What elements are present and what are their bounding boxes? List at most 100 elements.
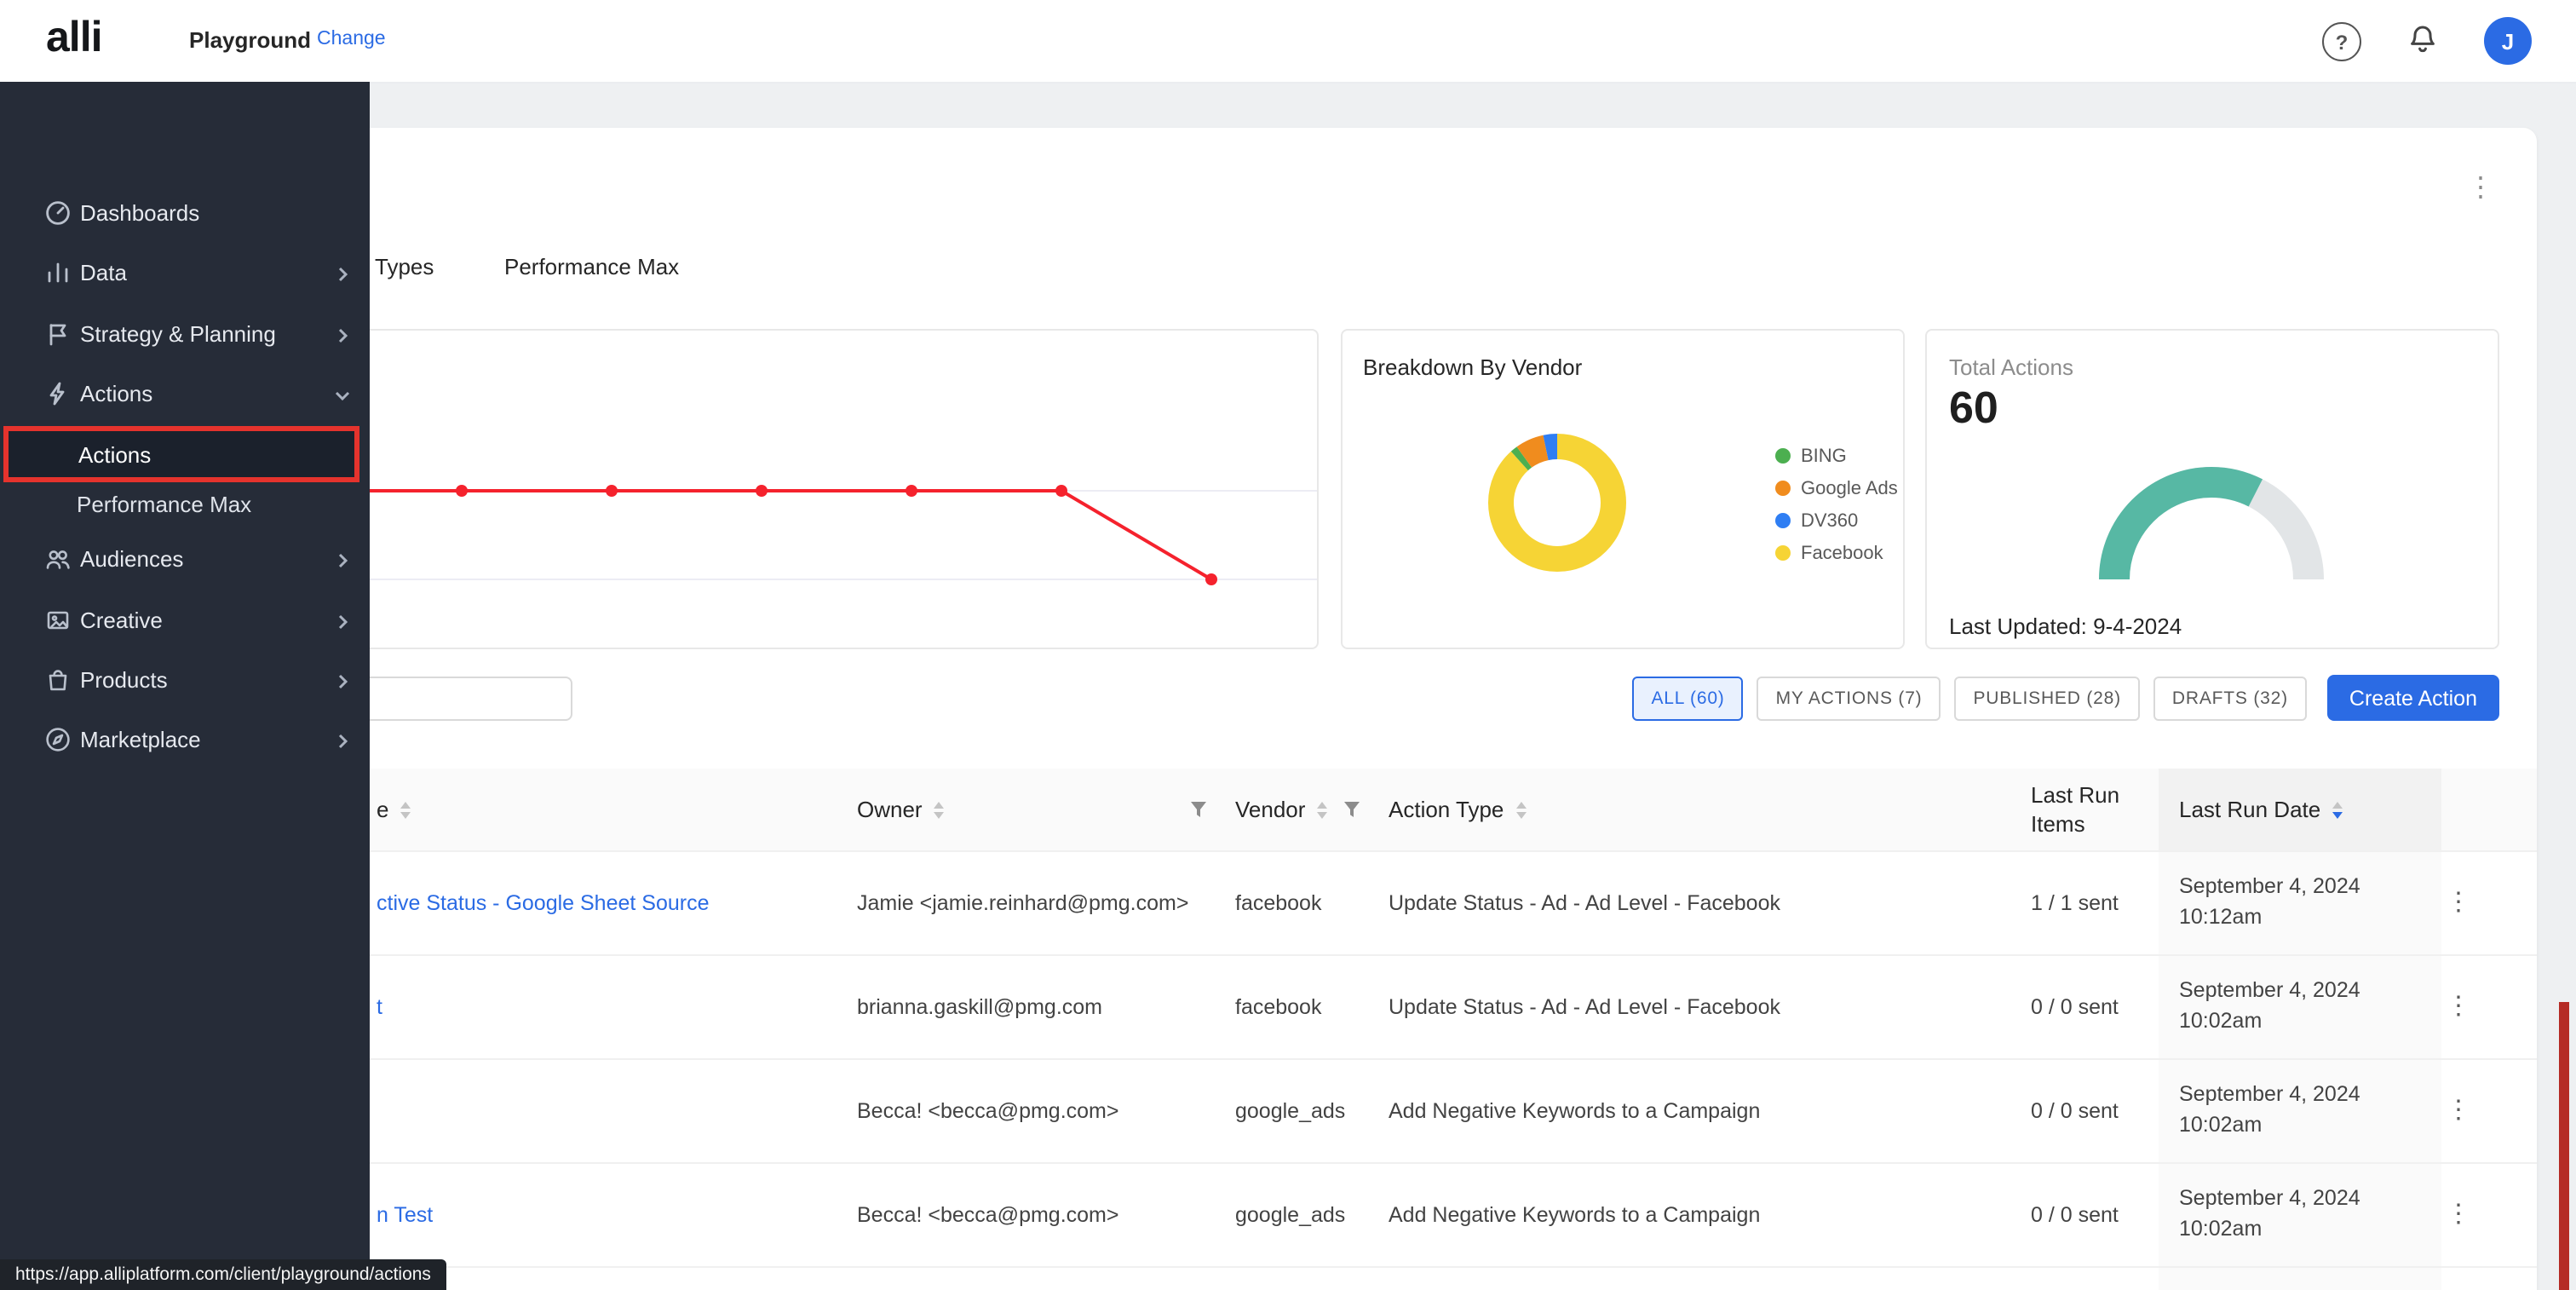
last-run-date-cell: September 4, 2024 10:02am: [2179, 1183, 2360, 1244]
table-row: Becca! <becca@pmg.com> google_ads Add Ne…: [140, 1060, 2537, 1164]
filter-published-button[interactable]: PUBLISHED (28): [1954, 676, 2139, 720]
filter-funnel-icon[interactable]: [1343, 800, 1361, 819]
chevron-right-icon: [332, 324, 353, 354]
sidebar-item-label: Marketplace: [80, 727, 201, 752]
action-name-link[interactable]: ctive Status - Google Sheet Source: [377, 891, 710, 915]
alli-logo[interactable]: alli: [46, 14, 102, 63]
data-icon: [44, 259, 72, 295]
table-row: t brianna.gaskill@pmg.com facebook Updat…: [140, 956, 2537, 1060]
strategy-flag-icon: [44, 320, 72, 356]
column-header-action-type[interactable]: Action Type: [1389, 797, 1526, 822]
notifications-bell-icon[interactable]: [2406, 22, 2440, 65]
action-type-cell: Add Negative Keywords to a Campaign: [1389, 1203, 1760, 1227]
last-run-date-cell: September 4, 2024 10:02am: [2179, 975, 2360, 1036]
help-icon[interactable]: ?: [2322, 22, 2361, 61]
sidebar-item-label: Actions: [80, 381, 152, 406]
row-menu-kebab-icon[interactable]: ⋮: [2443, 886, 2474, 920]
total-actions-card: Total Actions 60 Last Updated: 9-4-2024: [1925, 329, 2499, 649]
last-run-date-cell: September 4, 2024 10:12am: [2179, 871, 2360, 932]
sidebar-item-data[interactable]: Data: [0, 244, 370, 302]
last-run-items-cell: 0 / 0 sent: [2031, 995, 2119, 1019]
sidebar-subitem-label: Actions: [78, 441, 151, 467]
sort-icon[interactable]: [934, 801, 945, 818]
row-menu-kebab-icon[interactable]: ⋮: [2443, 1094, 2474, 1128]
tab-performance-max[interactable]: Performance Max: [504, 254, 679, 279]
row-menu-kebab-icon[interactable]: ⋮: [2443, 990, 2474, 1024]
sidebar-item-label: Dashboards: [80, 200, 199, 226]
table-row: ctive Status - Google Sheet Source Jamie…: [140, 852, 2537, 956]
legend-dot: [1775, 481, 1791, 496]
chevron-down-icon: [332, 383, 353, 414]
sort-icon[interactable]: [400, 801, 411, 818]
column-header-vendor[interactable]: Vendor: [1235, 797, 1327, 822]
sidebar-item-products[interactable]: Products: [0, 651, 370, 709]
scrollbar-thumb[interactable]: [2559, 1002, 2569, 1290]
sidebar-item-label: Strategy & Planning: [80, 321, 276, 347]
legend-label: BING: [1801, 446, 1847, 466]
page-menu-kebab-icon[interactable]: ⋮: [2464, 172, 2498, 206]
sidebar-subitem-label: Performance Max: [77, 492, 251, 517]
sidebar-item-creative[interactable]: Creative: [0, 591, 370, 649]
last-run-items-cell: 0 / 0 sent: [2031, 1203, 2119, 1227]
owner-cell: Jamie <jamie.reinhard@pmg.com>: [857, 891, 1188, 915]
vendor-cell: facebook: [1235, 995, 1321, 1019]
chevron-right-icon: [332, 610, 353, 641]
sort-icon-active[interactable]: [2332, 801, 2343, 818]
create-action-button[interactable]: Create Action: [2327, 675, 2499, 721]
vendor-cell: facebook: [1235, 891, 1321, 915]
last-run-date-cell: September 4, 2024 10:02am: [2179, 1079, 2360, 1140]
filter-drafts-button[interactable]: DRAFTS (32): [2153, 676, 2307, 720]
last-run-items-cell: 0 / 0 sent: [2031, 1099, 2119, 1123]
change-workspace-link[interactable]: Change: [317, 29, 386, 49]
chevron-right-icon: [332, 670, 353, 700]
column-header-owner[interactable]: Owner: [857, 797, 945, 822]
vendor-cell: google_ads: [1235, 1099, 1345, 1123]
legend-item: DV360: [1775, 504, 1898, 537]
sidebar-item-marketplace[interactable]: Marketplace: [0, 711, 370, 769]
column-header-name[interactable]: e: [377, 797, 411, 822]
filter-my-actions-button[interactable]: MY ACTIONS (7): [1757, 676, 1941, 720]
legend-dot: [1775, 513, 1791, 528]
filter-funnel-icon[interactable]: [1189, 800, 1208, 819]
chevron-right-icon: [332, 549, 353, 579]
legend-dot: [1775, 545, 1791, 561]
actions-table: e Owner Vendor Action Type: [140, 769, 2537, 1290]
last-run-date-cell: September 4, 2024: [2179, 1287, 2360, 1290]
chevron-right-icon: [332, 729, 353, 760]
sidebar-item-dashboards[interactable]: Dashboards: [0, 184, 370, 242]
sidebar-item-label: Data: [80, 260, 127, 285]
sidebar-item-label: Creative: [80, 608, 163, 633]
nav-sidebar: Dashboards Data Strategy & Planning: [0, 82, 370, 1290]
owner-cell: brianna.gaskill@pmg.com: [857, 995, 1102, 1019]
browser-status-url: https://app.alliplatform.com/client/play…: [0, 1259, 446, 1290]
sidebar-item-label: Products: [80, 667, 168, 693]
action-type-cell: Update Status - Ad - Ad Level - Facebook: [1389, 891, 1780, 915]
products-bag-icon: [44, 666, 72, 702]
owner-cell: Becca! <becca@pmg.com>: [857, 1099, 1119, 1123]
action-name-link[interactable]: n Test: [377, 1203, 433, 1227]
row-menu-kebab-icon[interactable]: ⋮: [2443, 1198, 2474, 1232]
sort-icon[interactable]: [1515, 801, 1526, 818]
user-avatar[interactable]: J: [2484, 17, 2532, 65]
tab-action-types[interactable]: Types: [375, 254, 434, 279]
action-type-cell: Update Status - Ad - Ad Level - Facebook: [1389, 995, 1780, 1019]
last-run-items-cell: 1 / 1 sent: [2031, 891, 2119, 915]
marketplace-compass-icon: [44, 726, 72, 762]
owner-cell: Becca! <becca@pmg.com>: [857, 1203, 1119, 1227]
breakdown-by-vendor-card: Breakdown By Vendor BING Google Ads DV36…: [1341, 329, 1905, 649]
column-header-last-run-date[interactable]: Last Run Date: [2179, 797, 2343, 822]
vendor-cell: google_ads: [1235, 1203, 1345, 1227]
legend-dot: [1775, 448, 1791, 464]
sidebar-item-actions[interactable]: Actions: [0, 365, 370, 423]
sidebar-item-strategy-planning[interactable]: Strategy & Planning: [0, 305, 370, 363]
sidebar-subitem-actions-selected[interactable]: Actions: [3, 426, 359, 482]
sort-icon[interactable]: [1317, 801, 1327, 818]
sidebar-subitem-performance-max[interactable]: Performance Max: [0, 475, 370, 533]
sidebar-item-audiences[interactable]: Audiences: [0, 530, 370, 588]
action-name-link[interactable]: t: [377, 995, 382, 1019]
creative-image-icon: [44, 607, 72, 642]
filter-all-button[interactable]: ALL (60): [1632, 676, 1743, 720]
app-window: ⋮ Types Performance Max Breakdown By Ven…: [0, 0, 2576, 1290]
chevron-right-icon: [332, 262, 353, 293]
last-updated-text: Last Updated: 9-4-2024: [1949, 613, 2182, 639]
